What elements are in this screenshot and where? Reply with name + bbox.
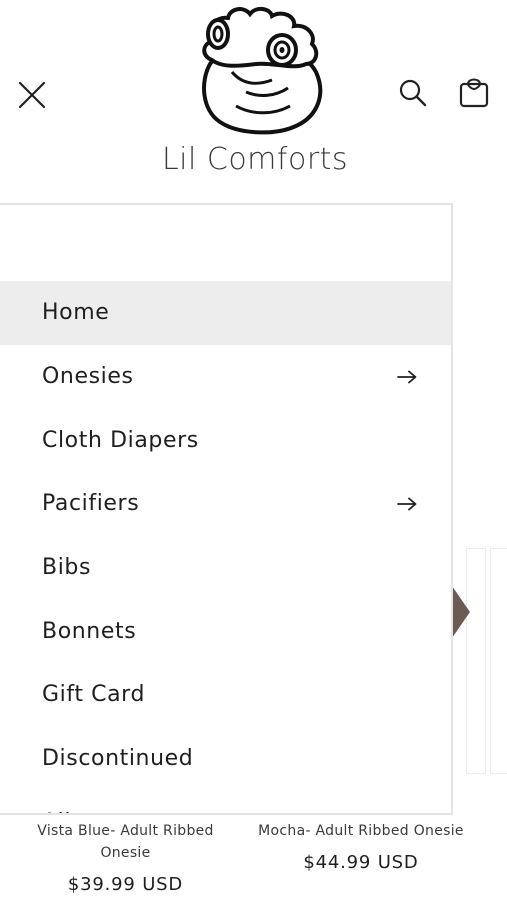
menu-item-label: Pacifiers [42, 491, 140, 517]
menu-item-home[interactable]: Home [0, 281, 451, 345]
menu-item-pacifiers[interactable]: Pacifiers [0, 472, 451, 536]
menu-item-label: Cloth Diapers [42, 427, 199, 453]
product-card-mocha[interactable]: Mocha- Adult Ribbed Onesie $44.99 USD [252, 820, 470, 873]
cart-button[interactable] [454, 72, 494, 114]
menu-item-label: Onesies [42, 364, 134, 390]
diaper-logo-icon [202, 7, 323, 135]
product-price: $44.99 USD [303, 852, 419, 873]
close-menu-button[interactable] [14, 74, 50, 112]
menu-item-label: Gift Card [42, 682, 146, 708]
product-price: $39.99 USD [67, 874, 184, 895]
brand-name: Lil Comforts [161, 142, 349, 177]
carousel-next-arrow[interactable] [452, 586, 470, 638]
menu-list: Home Onesies Cloth Diapers Pacifiers Bibs Bon… [0, 281, 451, 813]
menu-item-label: Bonnets [42, 618, 137, 644]
product-title[interactable]: Vista Blue- Adult Ribbed Onesie [28, 820, 223, 864]
menu-item-label: Bibs [42, 555, 92, 581]
menu-item-label: Discontinued [42, 746, 194, 772]
arrow-right-icon [397, 497, 417, 511]
arrow-right-icon [397, 370, 417, 383]
menu-drawer: Home Onesies Cloth Diapers Pacifiers Bibs Bon… [0, 203, 453, 815]
menu-item-all[interactable]: All [0, 791, 451, 813]
menu-item-label: All [42, 810, 71, 813]
brand-logo-link[interactable]: Lil Comforts [150, 2, 360, 182]
product-card-vista-blue[interactable]: Vista Blue- Adult Ribbed Onesie $39.99 U… [28, 820, 223, 895]
search-button[interactable] [394, 74, 432, 112]
menu-item-bibs[interactable]: Bibs [0, 536, 451, 600]
menu-item-onesies[interactable]: Onesies [0, 345, 451, 409]
menu-item-discontinued[interactable]: Discontinued [0, 727, 451, 791]
menu-item-bonnets[interactable]: Bonnets [0, 599, 451, 663]
menu-item-label: Home [42, 300, 110, 326]
cart-icon [459, 78, 489, 108]
product-title[interactable]: Mocha- Adult Ribbed Onesie [252, 820, 470, 842]
menu-item-cloth-diapers[interactable]: Cloth Diapers [0, 408, 451, 472]
menu-item-gift-card[interactable]: Gift Card [0, 663, 451, 727]
product-card-far-right[interactable] [490, 548, 507, 774]
site-header: Lil Comforts [0, 0, 507, 200]
close-icon [18, 81, 46, 109]
search-icon [399, 79, 427, 107]
product-card-right[interactable] [466, 548, 486, 774]
